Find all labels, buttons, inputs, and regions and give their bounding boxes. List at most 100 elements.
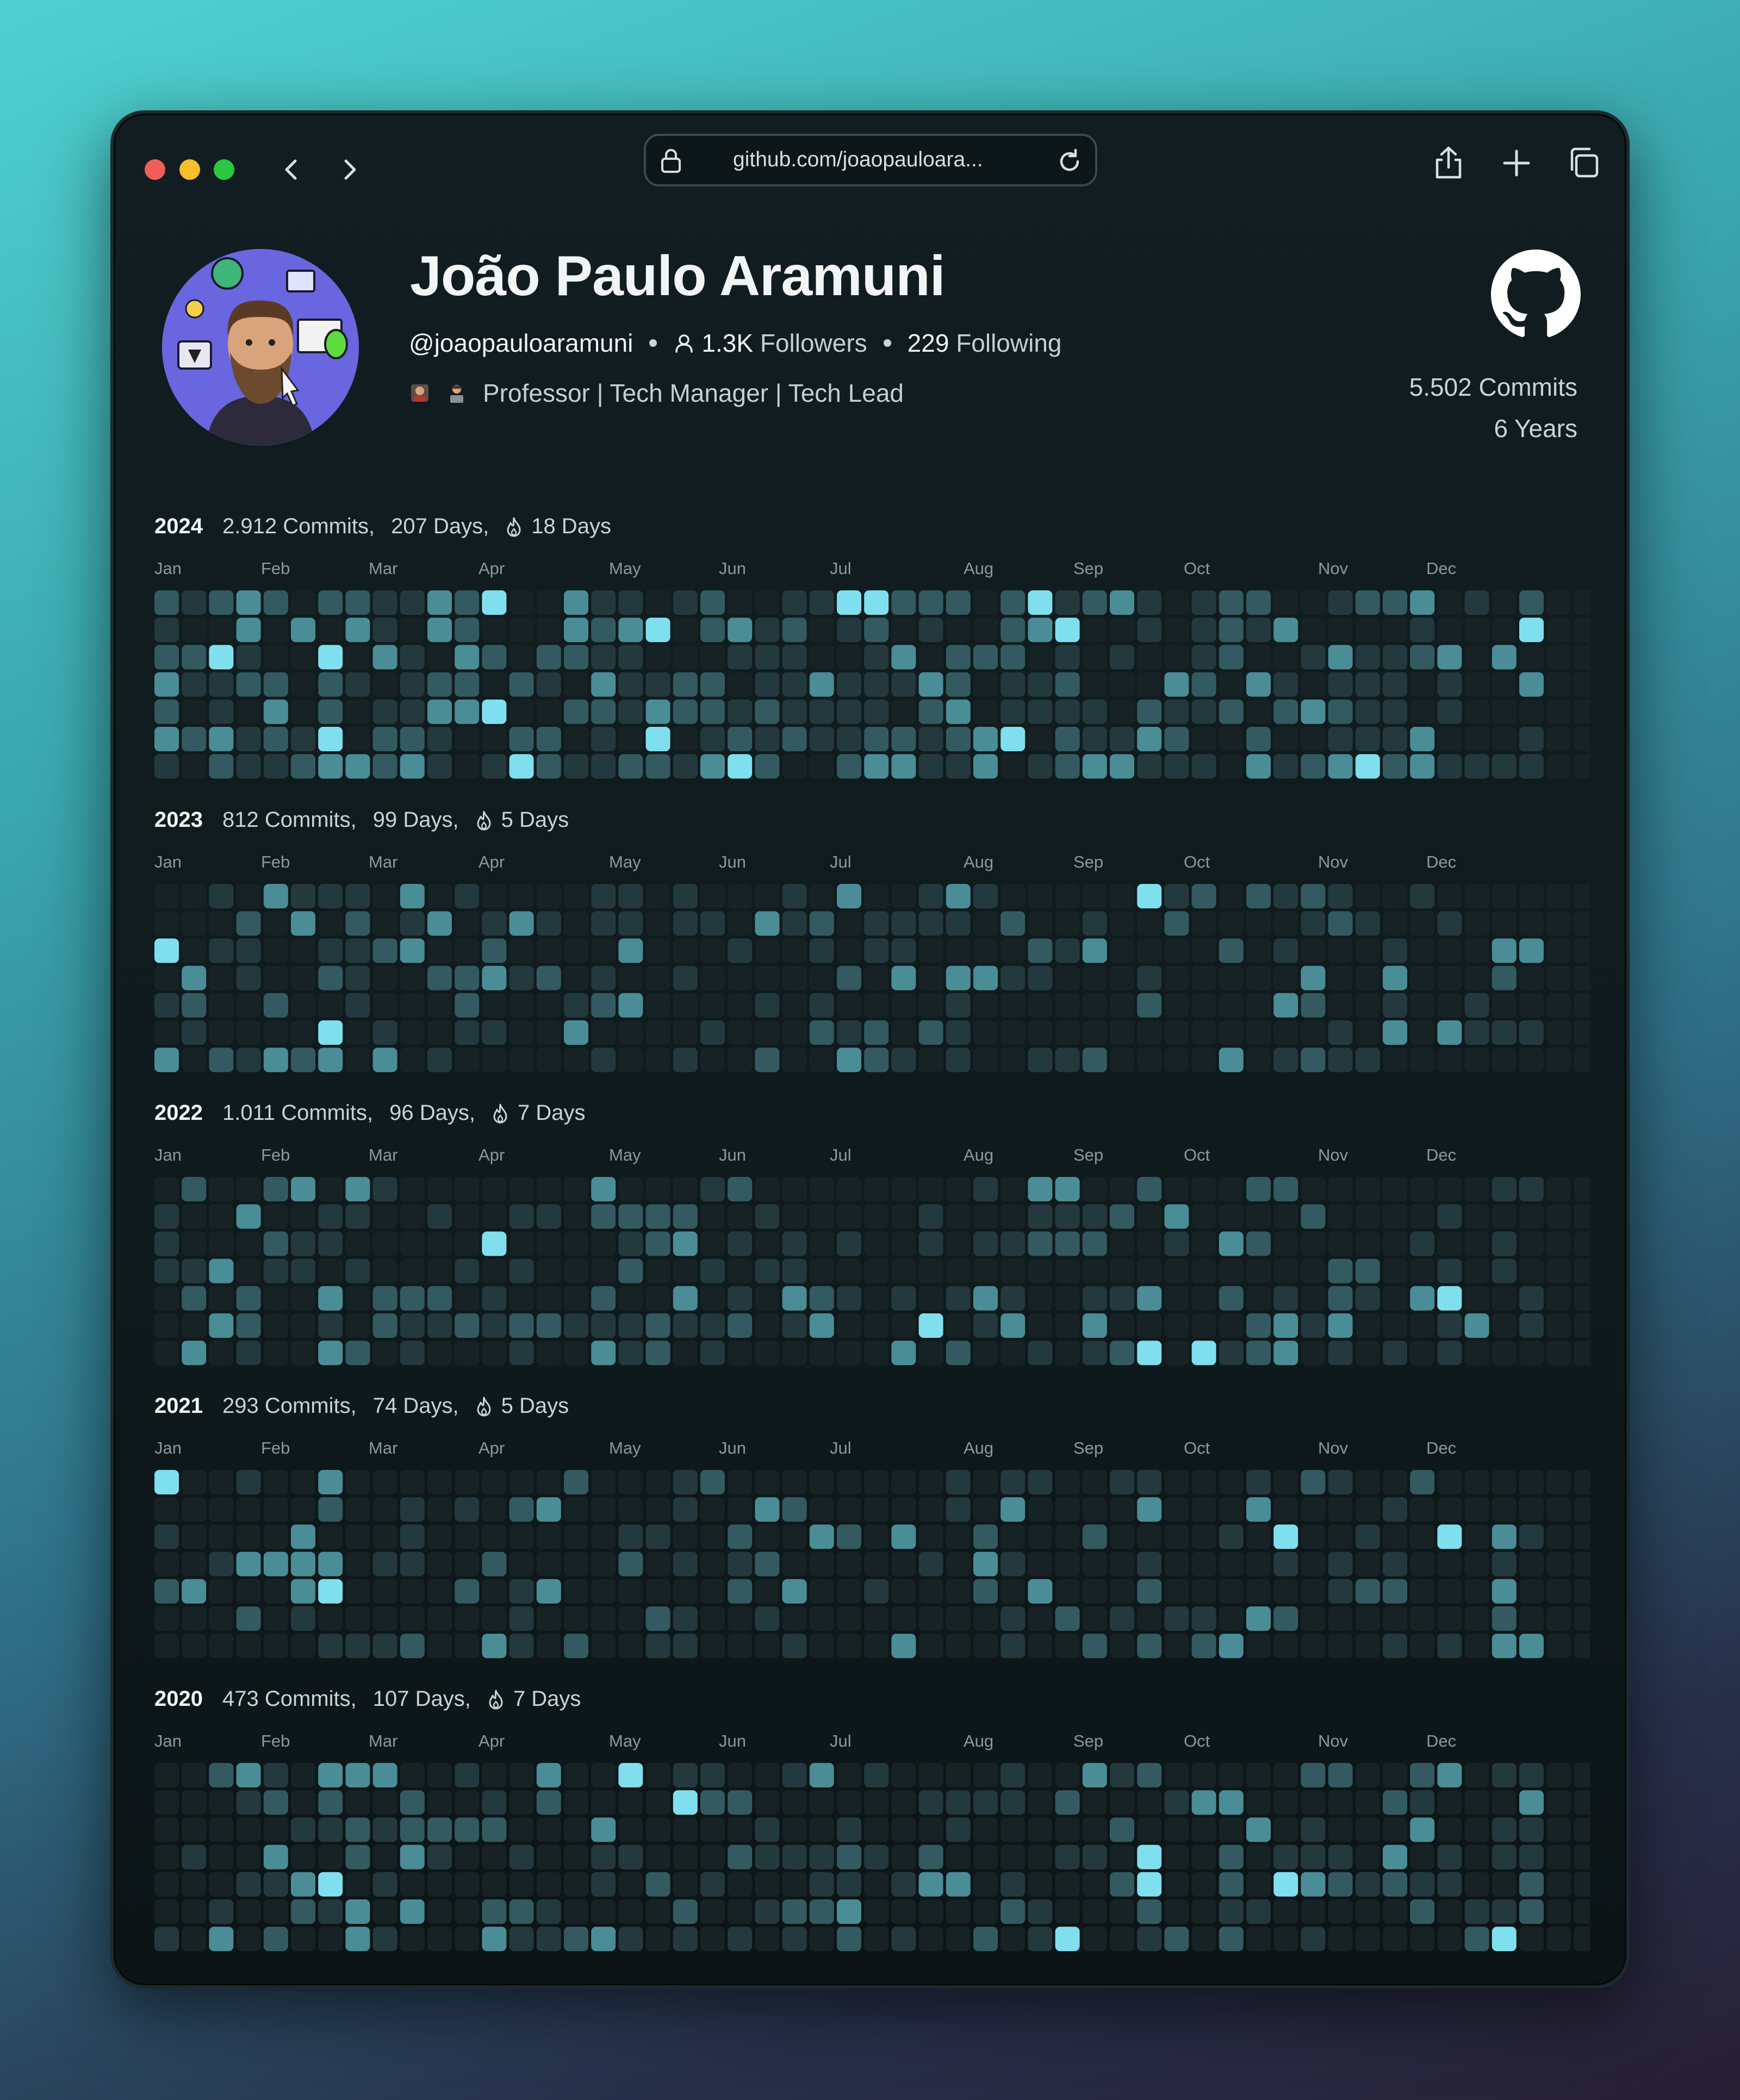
contribution-cell[interactable] [263,699,288,724]
contribution-cell[interactable] [509,993,534,1018]
contribution-cell[interactable] [482,699,507,724]
contribution-cell[interactable] [536,590,561,615]
contribution-cell[interactable] [918,699,943,724]
contribution-cell[interactable] [509,1872,534,1897]
contribution-cell[interactable] [973,911,998,936]
contribution-cell[interactable] [700,1258,725,1283]
contribution-cell[interactable] [1082,1927,1107,1952]
contribution-cell[interactable] [1219,1817,1244,1842]
contribution-cell[interactable] [1273,1258,1298,1283]
contribution-cell[interactable] [509,1844,534,1870]
contribution-cell[interactable] [946,938,971,963]
contribution-cell[interactable] [891,938,916,963]
contribution-cell[interactable] [1410,938,1435,963]
contribution-cell[interactable] [1219,1872,1244,1897]
contribution-cell[interactable] [1437,1470,1462,1494]
contribution-cell[interactable] [291,645,315,670]
contribution-cell[interactable] [1355,1606,1380,1631]
contribution-cell[interactable] [455,1551,480,1576]
contribution-cell[interactable] [154,1634,179,1659]
contribution-cell[interactable] [645,1204,670,1229]
contribution-cell[interactable] [1383,1497,1407,1522]
contribution-cell[interactable] [1000,1286,1026,1311]
contribution-cell[interactable] [1246,1313,1271,1338]
contribution-cell[interactable] [618,618,643,643]
contribution-cell[interactable] [1219,993,1244,1018]
contribution-cell[interactable] [1273,754,1298,779]
contribution-cell[interactable] [1410,754,1435,779]
contribution-cell[interactable] [1164,1606,1189,1631]
contribution-cell[interactable] [1410,1634,1435,1659]
contribution-cell[interactable] [755,1817,780,1842]
contribution-cell[interactable] [1028,1341,1053,1366]
contribution-cell[interactable] [728,1020,753,1045]
contribution-cell[interactable] [673,1048,698,1073]
contribution-cell[interactable] [864,1790,889,1815]
contribution-cell[interactable] [618,1551,643,1576]
contribution-cell[interactable] [1273,1177,1298,1201]
contribution-cell[interactable] [700,1497,725,1522]
contribution-cell[interactable] [946,1763,971,1787]
contribution-cell[interactable] [455,1927,480,1952]
contribution-cell[interactable] [700,1313,725,1338]
contribution-cell[interactable] [1273,1763,1298,1787]
contribution-cell[interactable] [1246,1606,1271,1631]
contribution-cell[interactable] [1137,754,1162,779]
contribution-cell[interactable] [1110,1204,1134,1229]
contribution-cell[interactable] [1028,1817,1053,1842]
contribution-cell[interactable] [482,754,507,779]
contribution-cell[interactable] [263,754,288,779]
contribution-cell[interactable] [509,1634,534,1659]
contribution-cell[interactable] [1464,1524,1489,1549]
contribution-cell[interactable] [509,1048,534,1073]
contribution-cell[interactable] [618,1634,643,1659]
contribution-cell[interactable] [318,911,343,936]
contribution-cell[interactable] [1519,1286,1544,1311]
contribution-cell[interactable] [1437,1551,1462,1576]
contribution-cell[interactable] [1219,965,1244,990]
contribution-cell[interactable] [591,590,616,615]
contribution-cell[interactable] [891,1790,916,1815]
contribution-cell[interactable] [618,1313,643,1338]
contribution-cell[interactable] [1519,1872,1544,1897]
contribution-cell[interactable] [291,993,315,1018]
contribution-cell[interactable] [973,1341,998,1366]
contribution-cell[interactable] [455,1020,480,1045]
contribution-cell[interactable] [645,1341,670,1366]
contribution-cell[interactable] [536,1470,561,1494]
contribution-cell[interactable] [1246,1341,1271,1366]
contribution-cell[interactable] [1519,1899,1544,1924]
contribution-cell[interactable] [1000,1524,1026,1549]
contribution-cell[interactable] [509,1231,534,1256]
contribution-cell[interactable] [455,1258,480,1283]
contribution-cell[interactable] [1273,1204,1298,1229]
contribution-cell[interactable] [673,1763,698,1787]
contribution-cell[interactable] [1437,1606,1462,1631]
contribution-cell[interactable] [345,1551,370,1576]
contribution-cell[interactable] [673,1551,698,1576]
contribution-cell[interactable] [427,1817,452,1842]
contribution-cell[interactable] [1328,938,1353,963]
contribution-cell[interactable] [1110,1817,1134,1842]
contribution-cell[interactable] [1082,911,1107,936]
contribution-cell[interactable] [728,1790,753,1815]
contribution-cell[interactable] [154,672,179,697]
contribution-cell[interactable] [1219,618,1244,643]
contribution-cell[interactable] [1355,1231,1380,1256]
contribution-cell[interactable] [1546,938,1571,963]
contribution-cell[interactable] [591,1524,616,1549]
contribution-cell[interactable] [427,1231,452,1256]
contribution-cell[interactable] [263,1551,288,1576]
contribution-cell[interactable] [1464,938,1489,963]
contribution-cell[interactable] [400,1606,425,1631]
contribution-cell[interactable] [1219,1551,1244,1576]
contribution-cell[interactable] [973,1579,998,1604]
contribution-cell[interactable] [1164,1341,1189,1366]
contribution-cell[interactable] [564,1020,588,1045]
contribution-cell[interactable] [782,645,807,670]
contribution-cell[interactable] [1191,1258,1216,1283]
contribution-cell[interactable] [618,911,643,936]
contribution-cell[interactable] [1110,938,1134,963]
contribution-cell[interactable] [1355,1817,1380,1842]
contribution-cell[interactable] [755,911,780,936]
